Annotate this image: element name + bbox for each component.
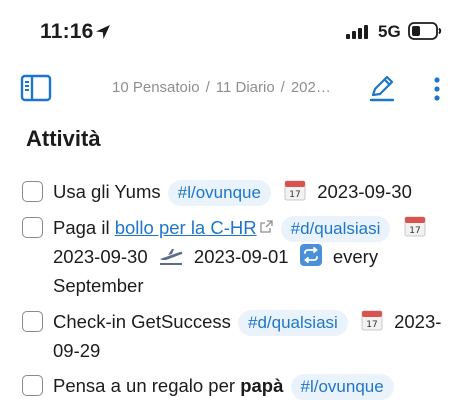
task-content: Paga il bollo per la C-HR #d/qualsiasi 1… [22, 213, 462, 300]
breadcrumb-separator: / [280, 79, 285, 96]
breadcrumb-separator: / [205, 79, 210, 96]
network-type: 5G [378, 22, 401, 41]
start-date: 2023-09-01 [193, 246, 289, 267]
task-checkbox[interactable] [22, 375, 43, 396]
task-item: Usa gli Yums #l/ovunque 17 2023-09-30 [22, 177, 462, 206]
svg-text:17: 17 [366, 320, 377, 330]
task-checkbox[interactable] [22, 181, 43, 202]
external-link-icon [259, 220, 273, 233]
breadcrumb-item[interactable]: 202… [291, 79, 331, 96]
task-text-bold: papà [240, 375, 284, 396]
task-text: Check-in GetSuccess [53, 311, 231, 332]
calendar-icon: 17 [404, 216, 426, 237]
cellular-signal-icon [346, 25, 368, 39]
toolbar: 10 Pensatoio / 11 Diario / 202… [0, 68, 474, 110]
task-text: Usa gli Yums [53, 181, 161, 202]
task-item: Paga il bollo per la C-HR #d/qualsiasi 1… [22, 213, 462, 300]
clock: 11:16 [40, 20, 94, 43]
scheduled-date: 2023-09-30 [317, 181, 412, 202]
location-arrow-icon [96, 25, 110, 39]
task-content: Usa gli Yums #l/ovunque 17 2023-09-30 [22, 177, 462, 206]
task-tag[interactable]: #d/qualsiasi [280, 216, 391, 242]
breadcrumb: 10 Pensatoio / 11 Diario / 202… [112, 79, 331, 96]
sidebar-toggle-icon[interactable] [20, 74, 52, 102]
task-checkbox[interactable] [22, 311, 43, 332]
task-content: Check-in GetSuccess #d/qualsiasi 17 2023… [22, 307, 462, 365]
edit-pencil-icon[interactable] [366, 72, 398, 104]
battery-icon [408, 22, 442, 40]
task-text: Pensa a un regalo per [53, 375, 236, 396]
task-content: Pensa a un regalo per papà #l/ovunque [22, 371, 462, 400]
scheduled-date: 2023-09-30 [53, 246, 148, 267]
status-bar: 11:16 5G [0, 0, 474, 62]
svg-text:17: 17 [409, 226, 420, 236]
task-tag[interactable]: #d/qualsiasi [238, 310, 348, 336]
section-title: Attività [26, 126, 101, 151]
breadcrumb-item[interactable]: 10 Pensatoio [112, 79, 200, 96]
repeat-icon [299, 244, 322, 266]
task-tag[interactable]: #l/ovunque [290, 374, 394, 400]
more-options-icon[interactable] [428, 74, 446, 104]
task-item: Check-in GetSuccess #d/qualsiasi 17 2023… [22, 307, 462, 365]
task-item: Pensa a un regalo per papà #l/ovunque [22, 371, 462, 400]
calendar-icon: 17 [361, 310, 383, 331]
external-link[interactable]: bollo per la C-HR [115, 217, 257, 238]
breadcrumb-item[interactable]: 11 Diario [216, 79, 275, 96]
airplane-departure-icon [159, 249, 183, 265]
svg-text:17: 17 [289, 190, 300, 200]
task-text: Paga il [53, 217, 110, 238]
calendar-icon: 17 [284, 180, 306, 201]
task-checkbox[interactable] [22, 217, 43, 238]
task-tag[interactable]: #l/ovunque [167, 180, 271, 206]
